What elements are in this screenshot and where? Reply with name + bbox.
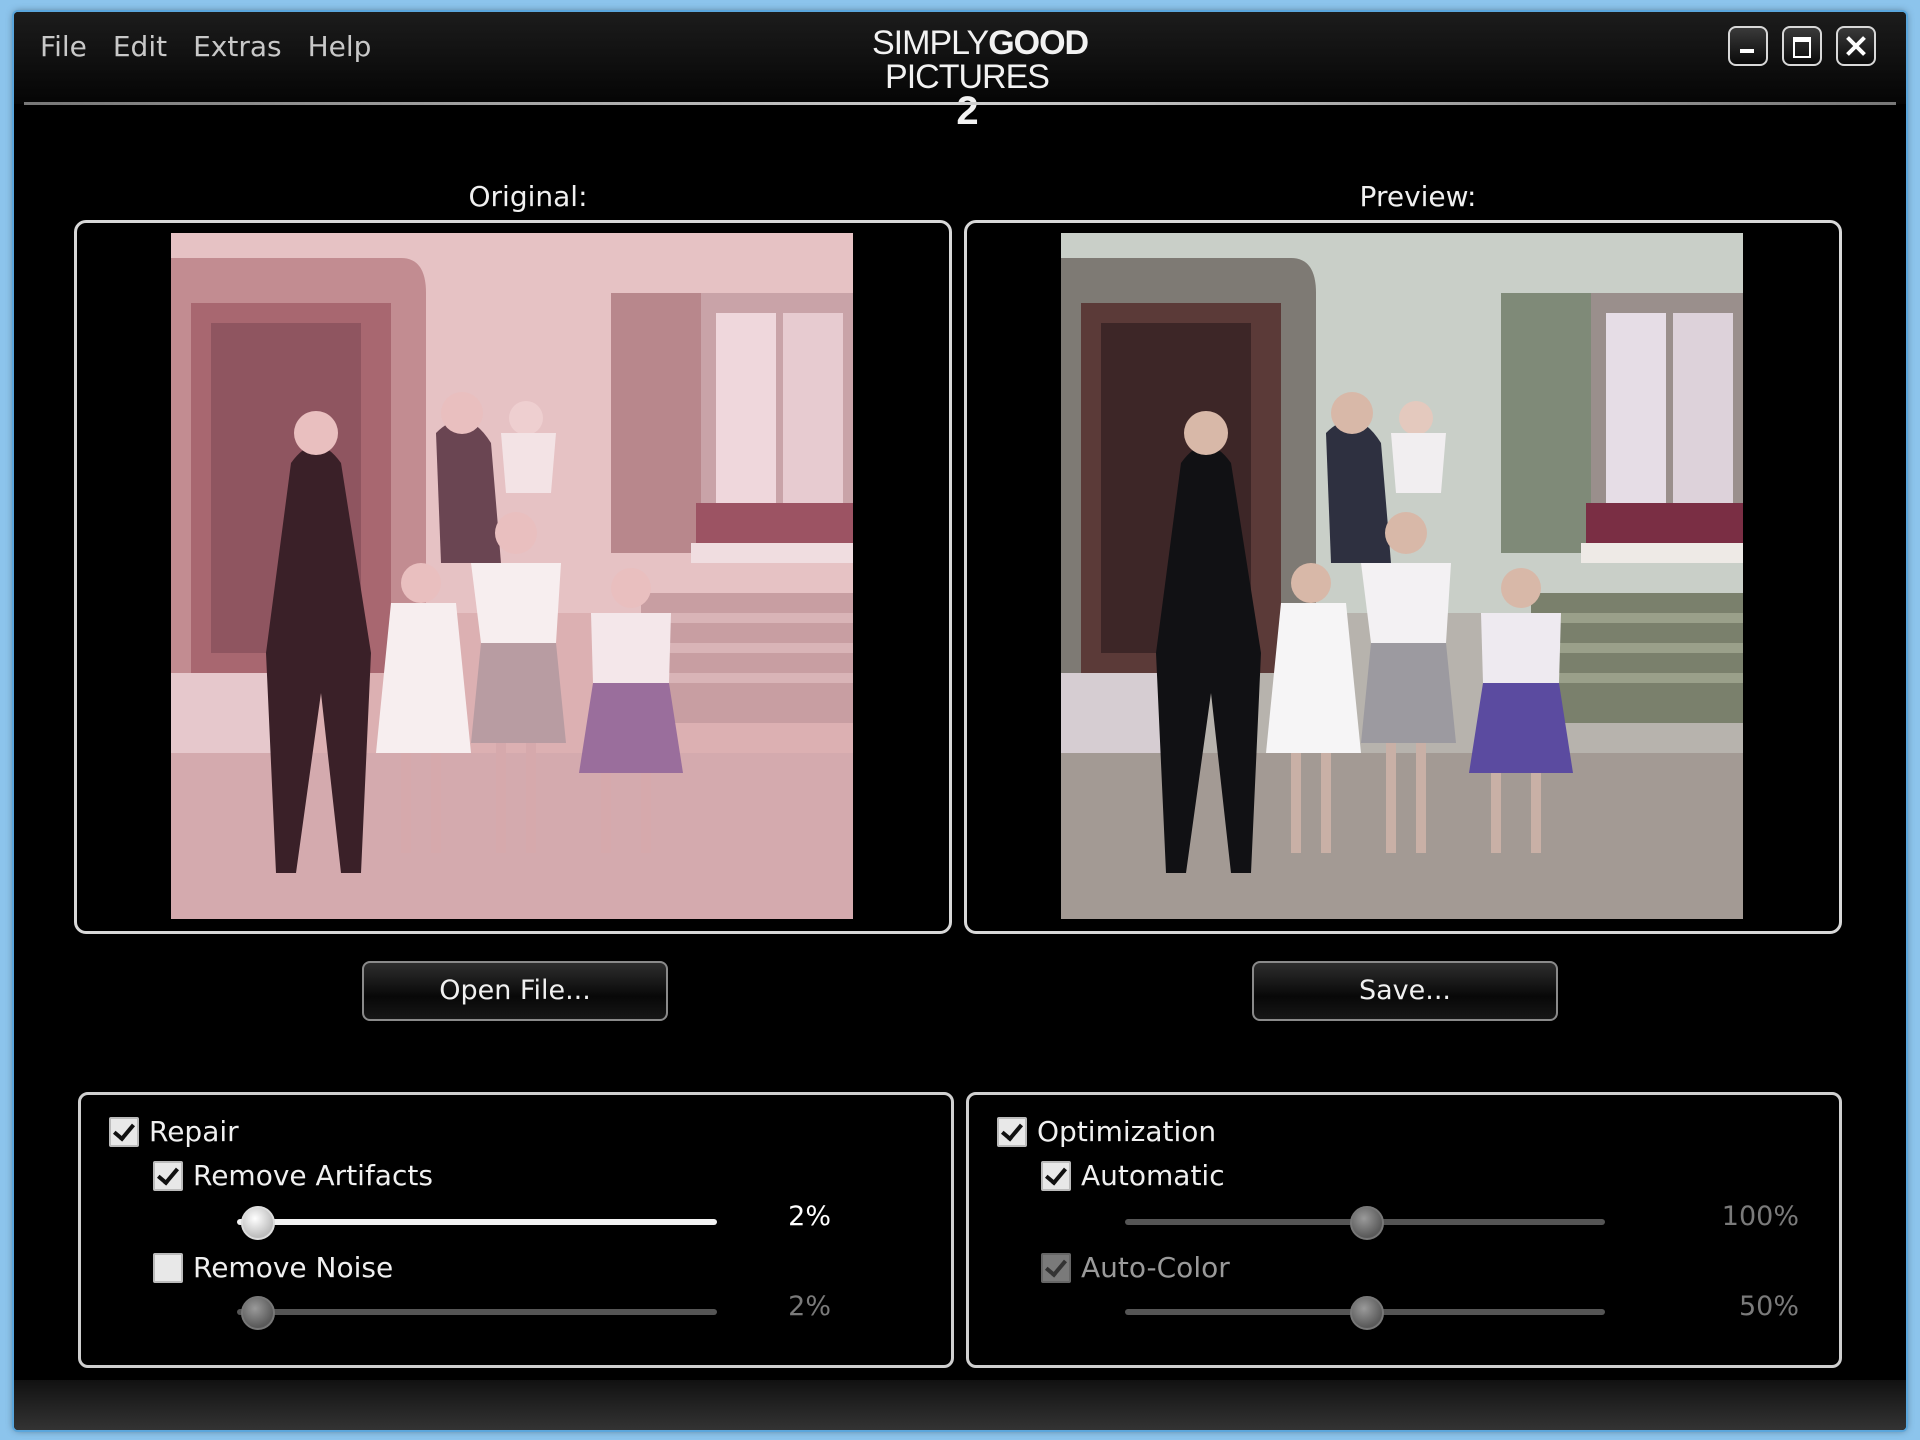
remove-noise-value: 2% [788, 1291, 831, 1322]
repair-panel: Repair Remove Artifacts 2% Remove Noise … [78, 1092, 954, 1368]
optimization-label: Optimization [1037, 1115, 1217, 1148]
original-label: Original: [468, 180, 588, 213]
auto-color-slider[interactable] [1125, 1296, 1605, 1330]
menu-edit[interactable]: Edit [113, 30, 167, 63]
remove-artifacts-value: 2% [788, 1201, 831, 1232]
slider-thumb[interactable] [1350, 1206, 1384, 1240]
remove-artifacts-checkbox[interactable] [153, 1160, 183, 1191]
slider-thumb[interactable] [241, 1206, 276, 1240]
slider-thumb[interactable] [1350, 1296, 1384, 1330]
logo-number: 2 [956, 89, 978, 133]
original-photo [171, 233, 853, 919]
remove-noise-slider[interactable] [237, 1296, 717, 1330]
remove-noise-checkbox[interactable] [153, 1252, 183, 1283]
preview-label: Preview: [1359, 180, 1477, 213]
auto-color-value: 50% [1738, 1291, 1799, 1322]
optimization-panel: Optimization Automatic 100% Auto-Color 5… [966, 1092, 1842, 1368]
automatic-slider[interactable] [1125, 1206, 1605, 1240]
optimization-checkbox[interactable] [997, 1116, 1027, 1147]
menu-bar: File Edit Extras Help [40, 30, 371, 63]
auto-color-row: Auto-Color [1041, 1251, 1230, 1284]
automatic-checkbox[interactable] [1041, 1160, 1071, 1191]
remove-artifacts-slider[interactable] [237, 1206, 717, 1240]
repair-row: Repair [109, 1115, 239, 1148]
optimization-row: Optimization [997, 1115, 1216, 1148]
title-bar: File Edit Extras Help SIMPLYGOOD PICTURE… [14, 12, 1906, 131]
slider-thumb[interactable] [241, 1296, 276, 1330]
automatic-row: Automatic [1041, 1159, 1225, 1192]
save-button[interactable]: Save... [1252, 961, 1558, 1021]
automatic-value: 100% [1721, 1201, 1799, 1232]
automatic-label: Automatic [1081, 1159, 1225, 1192]
title-divider [24, 102, 1896, 105]
remove-artifacts-row: Remove Artifacts [153, 1159, 433, 1192]
open-file-button[interactable]: Open File... [362, 961, 668, 1021]
menu-help[interactable]: Help [308, 30, 372, 63]
auto-color-label: Auto-Color [1081, 1251, 1230, 1284]
app-logo: SIMPLYGOOD PICTURES 2 [872, 24, 1089, 133]
menu-extras[interactable]: Extras [193, 30, 282, 63]
original-image-panel [74, 220, 952, 934]
repair-checkbox[interactable] [109, 1116, 139, 1147]
preview-photo [1061, 233, 1743, 919]
remove-noise-row: Remove Noise [153, 1251, 393, 1284]
preview-image-panel [964, 220, 1842, 934]
remove-artifacts-label: Remove Artifacts [193, 1159, 433, 1192]
status-bar [14, 1380, 1906, 1430]
minimize-icon[interactable] [1728, 26, 1768, 66]
logo-word-simply: SIMPLY [872, 24, 989, 62]
remove-noise-label: Remove Noise [193, 1251, 394, 1284]
logo-word-good: GOOD [988, 24, 1089, 62]
auto-color-checkbox[interactable] [1041, 1252, 1071, 1283]
repair-label: Repair [149, 1115, 239, 1148]
close-icon[interactable] [1836, 26, 1876, 66]
menu-file[interactable]: File [40, 30, 87, 63]
window-controls [1728, 26, 1876, 66]
app-window: File Edit Extras Help SIMPLYGOOD PICTURE… [14, 12, 1906, 1430]
maximize-icon[interactable] [1782, 26, 1822, 66]
